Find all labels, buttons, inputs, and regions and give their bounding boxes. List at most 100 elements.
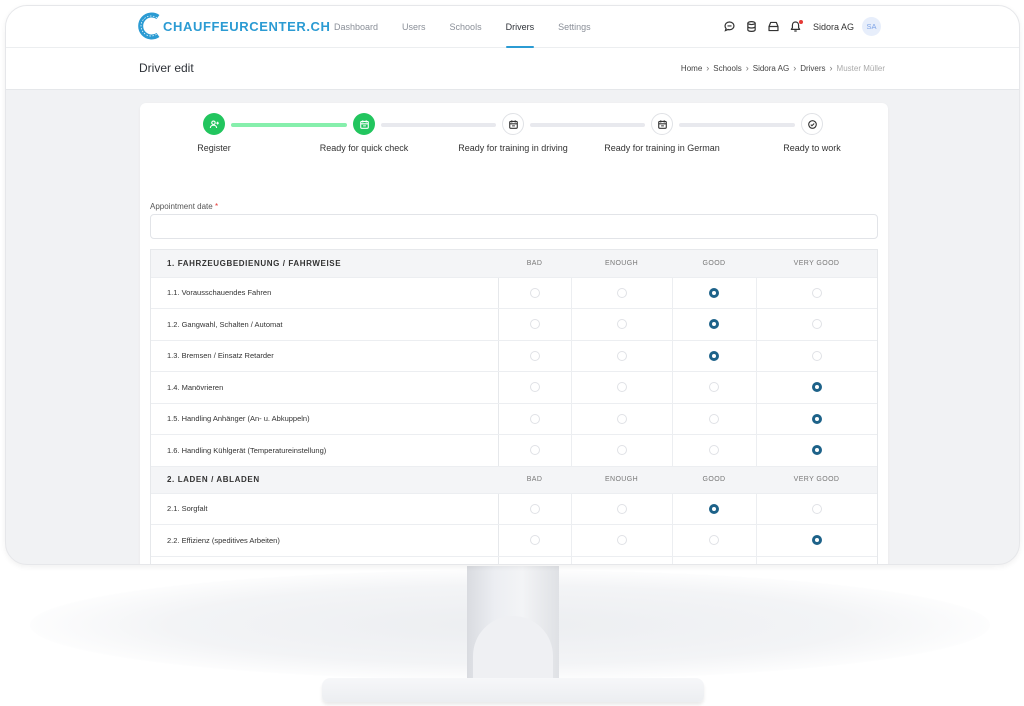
rating-radio-good[interactable]	[709, 382, 719, 393]
criterion-label: 1.5. Handling Anhänger (An- u. Abkuppeln…	[151, 403, 499, 435]
column-header: BAD	[498, 466, 571, 494]
table-row: 2.2. Effizienz (speditives Arbeiten)	[151, 524, 877, 557]
rating-radio-enough[interactable]	[616, 350, 627, 361]
table-row: 1.6. Handling Kühlgerät (Temperatureinst…	[151, 434, 877, 467]
section-title: 1. FAHRZEUGBEDIENUNG / FAHRWEISE	[151, 250, 498, 278]
required-mark: *	[214, 202, 219, 211]
rating-radio-very-good[interactable]	[811, 319, 822, 330]
avatar[interactable]: SA	[862, 17, 881, 36]
chevron-right-icon: ›	[829, 63, 833, 73]
rating-radio-enough[interactable]	[616, 287, 627, 298]
breadcrumb-item[interactable]: Drivers	[800, 64, 825, 73]
column-header: GOOD	[672, 250, 756, 278]
criterion-label: 1.3. Bremsen / Einsatz Retarder	[151, 340, 499, 372]
step-1[interactable]: Register	[144, 113, 284, 153]
step-label: Ready for quick check	[319, 143, 409, 153]
breadcrumb-item[interactable]: Home	[681, 64, 702, 73]
chevron-right-icon: ›	[706, 63, 710, 73]
table-row: 1.5. Handling Anhänger (An- u. Abkuppeln…	[151, 403, 877, 435]
chevron-right-icon: ›	[745, 63, 749, 73]
rating-radio-bad[interactable]	[529, 350, 540, 361]
check-circle-icon	[801, 113, 823, 135]
nav-drivers[interactable]: Drivers	[494, 6, 547, 48]
chat-icon[interactable]	[723, 20, 737, 34]
rating-radio-good[interactable]	[709, 445, 719, 456]
rating-radio-enough[interactable]	[616, 413, 627, 424]
rating-radio-good[interactable]	[709, 413, 719, 424]
rating-radio-bad[interactable]	[529, 413, 540, 424]
monitor-stand-neck	[467, 566, 559, 694]
rating-radio-enough[interactable]	[616, 535, 627, 546]
calendar-icon	[353, 113, 375, 135]
rating-radio-very-good[interactable]	[811, 503, 822, 514]
step-label: Ready to work	[783, 143, 841, 153]
calendar-icon	[651, 113, 673, 135]
page-header: Driver edit Home › Schools › Sidora AG › Drive…	[6, 48, 1019, 90]
user-name[interactable]: Sidora AG	[813, 22, 854, 32]
logo[interactable]: CHAUFFEURCENTER.CH	[138, 12, 331, 40]
rating-radio-bad[interactable]	[529, 319, 540, 330]
rating-radio-enough[interactable]	[616, 445, 627, 456]
rating-radio-good[interactable]	[709, 287, 719, 298]
rating-radio-bad[interactable]	[529, 445, 540, 456]
criterion-label: 2.1. Sorgfalt	[151, 493, 499, 525]
column-header: BAD	[498, 250, 571, 278]
nav-users[interactable]: Users	[390, 6, 438, 48]
driver-edit-card: Register Ready for quick check Ready for t…	[140, 103, 888, 564]
rating-radio-enough[interactable]	[616, 319, 627, 330]
top-right-actions: Sidora AG SA	[723, 17, 881, 36]
calendar-icon	[502, 113, 524, 135]
progress-stepper: Register Ready for quick check Ready for t…	[140, 113, 888, 163]
inbox-icon[interactable]	[767, 20, 781, 34]
rating-radio-good[interactable]	[709, 535, 719, 546]
notification-dot	[798, 19, 803, 24]
top-navbar: CHAUFFEURCENTER.CH Dashboard Users Schools…	[6, 6, 1019, 48]
step-5[interactable]: Ready to work	[742, 113, 882, 153]
monitor-stand-base	[322, 678, 704, 702]
criterion-label: 1.4. Manövrieren	[151, 371, 499, 404]
step-3[interactable]: Ready for training in driving	[443, 113, 583, 153]
monitor-screen: CHAUFFEURCENTER.CH Dashboard Users Schools…	[5, 5, 1020, 565]
rating-radio-bad[interactable]	[529, 287, 540, 298]
step-4[interactable]: Ready for training in German	[592, 113, 732, 153]
criterion-label: 1.6. Handling Kühlgerät (Temperatureinst…	[151, 434, 499, 467]
rating-radio-enough[interactable]	[616, 382, 627, 393]
nav-schools[interactable]: Schools	[438, 6, 494, 48]
rating-radio-good[interactable]	[709, 350, 719, 361]
rating-radio-very-good[interactable]	[811, 382, 822, 393]
rating-radio-enough[interactable]	[616, 503, 627, 514]
rating-radio-good[interactable]	[709, 503, 719, 514]
step-label: Ready for training in German	[604, 143, 720, 153]
breadcrumb-item[interactable]: Sidora AG	[753, 64, 789, 73]
nav-dashboard[interactable]: Dashboard	[322, 6, 390, 48]
step-2[interactable]: Ready for quick check	[294, 113, 434, 153]
section-header-row: 1. FAHRZEUGBEDIENUNG / FAHRWEISE BAD ENOUG…	[151, 250, 877, 278]
rating-radio-bad[interactable]	[529, 503, 540, 514]
rating-radio-bad[interactable]	[529, 535, 540, 546]
bell-icon[interactable]	[789, 19, 803, 34]
table-row: 1.2. Gangwahl, Schalten / Automat	[151, 308, 877, 341]
rating-radio-good[interactable]	[709, 319, 719, 330]
rating-radio-very-good[interactable]	[811, 413, 822, 424]
column-header: VERY GOOD	[756, 250, 877, 278]
table-row: 1.4. Manövrieren	[151, 371, 877, 404]
rating-radio-very-good[interactable]	[811, 535, 822, 546]
criterion-label	[151, 556, 499, 564]
rating-radio-bad[interactable]	[529, 382, 540, 393]
user-plus-icon	[203, 113, 225, 135]
table-row	[151, 556, 877, 564]
breadcrumb: Home › Schools › Sidora AG › Drivers › Muster Mü…	[681, 63, 885, 73]
section-title: 2. LADEN / ABLADEN	[151, 466, 498, 494]
step-label: Register	[197, 143, 231, 153]
rating-radio-very-good[interactable]	[811, 350, 822, 361]
column-header: GOOD	[672, 466, 756, 494]
breadcrumb-item[interactable]: Schools	[713, 64, 741, 73]
table-row: 1.1. Vorausschauendes Fahren	[151, 277, 877, 309]
appointment-date-input[interactable]	[150, 214, 878, 239]
rating-radio-very-good[interactable]	[811, 445, 822, 456]
rating-radio-very-good[interactable]	[811, 287, 822, 298]
logo-icon	[138, 12, 160, 40]
nav-settings[interactable]: Settings	[546, 6, 603, 48]
database-icon[interactable]	[745, 20, 759, 34]
chevron-right-icon: ›	[793, 63, 797, 73]
